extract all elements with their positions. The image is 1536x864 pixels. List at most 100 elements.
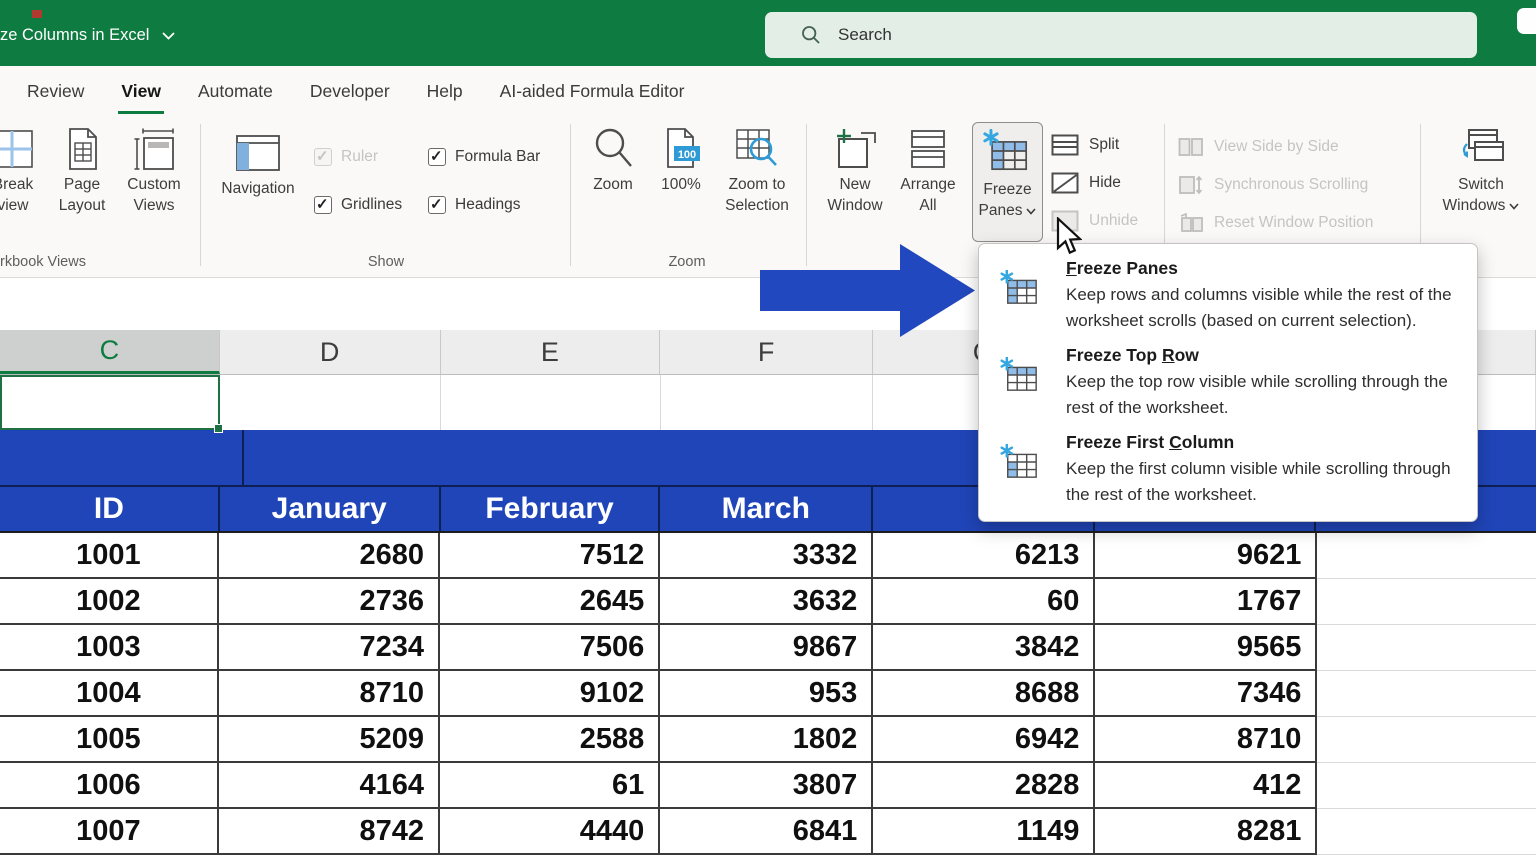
tab-review[interactable]: Review	[24, 71, 87, 114]
table-cell[interactable]: 61	[440, 763, 660, 809]
table-cell[interactable]: 8710	[219, 671, 440, 717]
table-cell[interactable]: 1003	[0, 625, 219, 671]
table-cell[interactable]: 1001	[0, 533, 219, 579]
custom-views-button[interactable]: Custom Views	[116, 124, 192, 216]
table-cell[interactable]: 3332	[660, 533, 873, 579]
table-cell[interactable]: 1149	[873, 809, 1095, 855]
page-break-preview-button[interactable]: Break view	[0, 124, 50, 216]
table-cell[interactable]: 7506	[440, 625, 660, 671]
selected-cell[interactable]	[0, 375, 220, 430]
search-input[interactable]: Search	[765, 12, 1477, 58]
table-header-cell[interactable]: January	[220, 487, 441, 531]
freeze-first-column-icon	[1000, 432, 1044, 508]
table-cell[interactable]: 6841	[660, 809, 873, 855]
formula-bar-checkbox[interactable]: Formula Bar	[428, 146, 540, 168]
sheet-cell[interactable]	[441, 375, 661, 430]
column-header-E[interactable]: E	[441, 330, 661, 374]
tab-automate[interactable]: Automate	[195, 71, 276, 114]
table-cell[interactable]: 1004	[0, 671, 219, 717]
button-label: Break	[0, 174, 33, 195]
table-cell[interactable]: 4440	[440, 809, 660, 855]
menu-item-freeze-panes[interactable]: Freeze PanesKeep rows and columns visibl…	[979, 252, 1477, 339]
table-cell[interactable]: 2680	[219, 533, 440, 579]
table-cell[interactable]: 2736	[219, 579, 440, 625]
table-cell[interactable]: 1005	[0, 717, 219, 763]
switch-windows-button[interactable]: Switch Windows	[1438, 124, 1524, 216]
tab-ai-formula-editor[interactable]: AI-aided Formula Editor	[497, 71, 688, 114]
page-layout-button[interactable]: Page Layout	[46, 124, 118, 216]
table-cell[interactable]: 8710	[1095, 717, 1317, 763]
view-side-by-side-icon	[1178, 137, 1204, 157]
sheet-cell[interactable]	[1317, 671, 1536, 717]
table-cell[interactable]: 3842	[873, 625, 1095, 671]
sheet-cell[interactable]	[1317, 625, 1536, 671]
table-cell[interactable]: 6213	[873, 533, 1095, 579]
zoom-button[interactable]: Zoom	[582, 124, 644, 195]
table-cell[interactable]: 5209	[219, 717, 440, 763]
table-cell[interactable]: 9867	[660, 625, 873, 671]
table-cell[interactable]: 1802	[660, 717, 873, 763]
table-row: 100787424440684111498281	[0, 809, 1536, 855]
table-row: 10048710910295386887346	[0, 671, 1536, 717]
zoom-100-button[interactable]: 100 100%	[650, 124, 712, 195]
menu-item-freeze-top-row[interactable]: Freeze Top RowKeep the top row visible w…	[979, 339, 1477, 426]
gridlines-checkbox[interactable]: Gridlines	[314, 194, 402, 216]
tab-developer[interactable]: Developer	[307, 71, 393, 114]
menu-item-text: Freeze PanesKeep rows and columns visibl…	[1066, 258, 1462, 334]
table-cell[interactable]: 3807	[660, 763, 873, 809]
table-header-cell[interactable]: March	[660, 487, 873, 531]
tab-view[interactable]: View	[118, 71, 164, 114]
column-header-D[interactable]: D	[220, 330, 441, 374]
table-cell[interactable]: 953	[660, 671, 873, 717]
table-cell[interactable]: 8742	[219, 809, 440, 855]
table-cell[interactable]: 1007	[0, 809, 219, 855]
table-cell[interactable]: 7346	[1095, 671, 1317, 717]
table-cell[interactable]: 1006	[0, 763, 219, 809]
fill-handle[interactable]	[214, 424, 223, 433]
navigation-button[interactable]: Navigation	[210, 128, 306, 199]
zoom-to-selection-button[interactable]: Zoom to Selection	[718, 124, 796, 216]
hide-button[interactable]: Hide	[1051, 168, 1121, 198]
document-title[interactable]: ze Columns in Excel	[0, 26, 175, 45]
table-cell[interactable]: 412	[1095, 763, 1317, 809]
table-header-cell[interactable]: ID	[0, 487, 220, 531]
table-cell[interactable]: 8281	[1095, 809, 1317, 855]
table-cell[interactable]: 1767	[1095, 579, 1317, 625]
recording-indicator	[32, 10, 42, 18]
table-header-cell[interactable]: February	[441, 487, 661, 531]
table-cell[interactable]: 2588	[440, 717, 660, 763]
table-cell[interactable]: 7512	[440, 533, 660, 579]
arrange-all-button[interactable]: Arrange All	[895, 124, 961, 216]
button-label: Custom	[127, 174, 180, 195]
table-cell[interactable]: 9565	[1095, 625, 1317, 671]
table-cell[interactable]: 1002	[0, 579, 219, 625]
sheet-cell[interactable]	[220, 375, 441, 430]
freeze-panes-button[interactable]: Freeze Panes	[972, 122, 1043, 242]
table-row: 100641646138072828412	[0, 763, 1536, 809]
ruler-checkbox: Ruler	[314, 146, 378, 168]
headings-checkbox[interactable]: Headings	[428, 194, 521, 216]
sheet-cell[interactable]	[1317, 809, 1536, 855]
table-cell[interactable]: 8688	[873, 671, 1095, 717]
table-cell[interactable]: 9621	[1095, 533, 1317, 579]
split-button[interactable]: Split	[1051, 130, 1119, 160]
table-cell[interactable]: 60	[873, 579, 1095, 625]
sheet-cell[interactable]	[661, 375, 874, 430]
chevron-down-icon	[1509, 203, 1519, 210]
sheet-cell[interactable]	[1317, 763, 1536, 809]
table-cell[interactable]: 6942	[873, 717, 1095, 763]
table-cell[interactable]: 2645	[440, 579, 660, 625]
menu-item-freeze-first-column[interactable]: Freeze First ColumnKeep the first column…	[979, 426, 1477, 513]
sheet-cell[interactable]	[1317, 533, 1536, 579]
table-cell[interactable]: 3632	[660, 579, 873, 625]
group-label-show: Show	[214, 254, 558, 270]
table-cell[interactable]: 7234	[219, 625, 440, 671]
column-header-C[interactable]: C	[0, 330, 220, 374]
table-cell[interactable]: 9102	[440, 671, 660, 717]
new-window-button[interactable]: New Window	[820, 124, 890, 216]
table-cell[interactable]: 4164	[219, 763, 440, 809]
sheet-cell[interactable]	[1317, 717, 1536, 763]
sheet-cell[interactable]	[1317, 579, 1536, 625]
tab-help[interactable]: Help	[424, 71, 466, 114]
table-cell[interactable]: 2828	[873, 763, 1095, 809]
